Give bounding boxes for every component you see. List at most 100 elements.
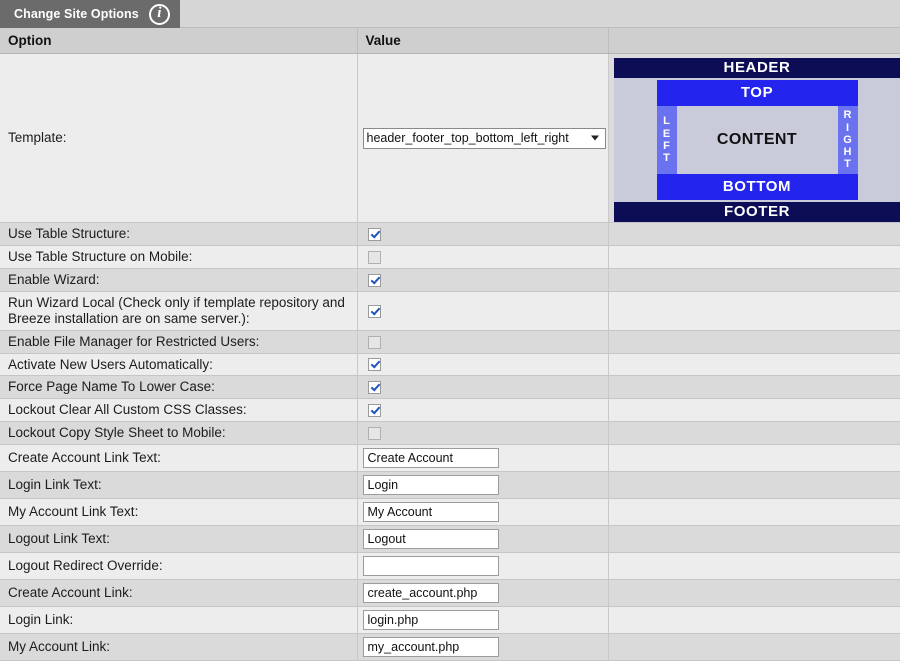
checkbox-checked[interactable] [368, 358, 381, 371]
table-row: Lockout Clear All Custom CSS Classes: [0, 399, 900, 422]
checkbox-unchecked[interactable] [368, 427, 381, 440]
row-spacer [608, 499, 900, 526]
row-spacer [608, 291, 900, 330]
checkbox-checked[interactable] [368, 305, 381, 318]
template-middle-region: LEFT CONTENT RIGHT [657, 106, 858, 174]
row-label: Enable File Manager for Restricted Users… [0, 330, 357, 353]
table-row: Login Link Text: [0, 472, 900, 499]
tab-change-site-options[interactable]: Change Site Options i [0, 0, 180, 28]
table-row: Logout Redirect Override: [0, 553, 900, 580]
row-value [357, 472, 608, 499]
row-value [357, 634, 608, 661]
template-select[interactable]: header_footer_top_bottom_left_right [363, 128, 606, 149]
text-input[interactable] [363, 583, 499, 603]
row-label: My Account Link Text: [0, 499, 357, 526]
template-layout-diagram: HEADER TOP LEFT CONTENT RIGHT BOT [614, 58, 900, 222]
table-row: Enable Wizard: [0, 268, 900, 291]
table-row: My Account Link: [0, 634, 900, 661]
row-value [357, 499, 608, 526]
table-row: Create Account Link: [0, 580, 900, 607]
row-value-template: header_footer_top_bottom_left_right [357, 54, 608, 223]
row-label: Force Page Name To Lower Case: [0, 376, 357, 399]
table-row: Logout Link Text: [0, 526, 900, 553]
text-input[interactable] [363, 448, 499, 468]
text-input[interactable] [363, 610, 499, 630]
row-value [357, 376, 608, 399]
row-value [357, 607, 608, 634]
row-value [357, 330, 608, 353]
row-spacer [608, 472, 900, 499]
row-value [357, 268, 608, 291]
row-value [357, 445, 608, 472]
info-icon[interactable]: i [149, 4, 170, 25]
table-row: My Account Link Text: [0, 499, 900, 526]
row-value [357, 422, 608, 445]
row-label: My Account Link: [0, 634, 357, 661]
template-region-top: TOP [657, 80, 858, 106]
tab-label: Change Site Options [14, 7, 139, 21]
template-inner-region: TOP LEFT CONTENT RIGHT BOTTOM [657, 80, 858, 200]
row-spacer [608, 634, 900, 661]
row-value [357, 553, 608, 580]
row-label: Run Wizard Local (Check only if template… [0, 291, 357, 330]
row-spacer [608, 422, 900, 445]
info-icon-glyph: i [157, 6, 161, 21]
row-spacer [608, 445, 900, 472]
row-spacer [608, 526, 900, 553]
tab-strip: Change Site Options i [0, 0, 900, 28]
checkbox-unchecked[interactable] [368, 336, 381, 349]
row-spacer [608, 607, 900, 634]
template-region-header: HEADER [614, 58, 900, 78]
table-row: Lockout Copy Style Sheet to Mobile: [0, 422, 900, 445]
text-input[interactable] [363, 502, 499, 522]
row-spacer [608, 245, 900, 268]
checkbox-checked[interactable] [368, 274, 381, 287]
table-row-template: Template: header_footer_top_bottom_left_… [0, 54, 900, 223]
table-row: Run Wizard Local (Check only if template… [0, 291, 900, 330]
row-spacer [608, 223, 900, 246]
template-region-content: CONTENT [677, 106, 838, 174]
row-label: Lockout Copy Style Sheet to Mobile: [0, 422, 357, 445]
row-value [357, 353, 608, 376]
row-spacer [608, 553, 900, 580]
row-spacer [608, 399, 900, 422]
column-header-preview [608, 28, 900, 54]
table-body: Template: header_footer_top_bottom_left_… [0, 54, 900, 661]
column-header-value: Value [357, 28, 608, 54]
table-row: Use Table Structure: [0, 223, 900, 246]
row-value [357, 526, 608, 553]
template-select-wrapper[interactable]: header_footer_top_bottom_left_right [363, 128, 606, 149]
row-label: Activate New Users Automatically: [0, 353, 357, 376]
template-region-left: LEFT [657, 106, 677, 174]
row-spacer [608, 353, 900, 376]
table-row: Enable File Manager for Restricted Users… [0, 330, 900, 353]
row-spacer [608, 376, 900, 399]
site-options-table: Option Value Template: header_footer_top… [0, 28, 900, 661]
table-header-row: Option Value [0, 28, 900, 54]
checkbox-unchecked[interactable] [368, 251, 381, 264]
checkbox-checked[interactable] [368, 228, 381, 241]
row-spacer [608, 330, 900, 353]
row-spacer [608, 580, 900, 607]
table-row: Login Link: [0, 607, 900, 634]
row-value [357, 580, 608, 607]
row-label: Login Link Text: [0, 472, 357, 499]
checkbox-checked[interactable] [368, 404, 381, 417]
row-value [357, 245, 608, 268]
row-label-template: Template: [0, 54, 357, 223]
template-preview-cell: HEADER TOP LEFT CONTENT RIGHT BOT [608, 54, 900, 223]
template-region-right: RIGHT [838, 106, 858, 174]
text-input[interactable] [363, 529, 499, 549]
row-label: Create Account Link: [0, 580, 357, 607]
text-input[interactable] [363, 556, 499, 576]
row-label: Use Table Structure on Mobile: [0, 245, 357, 268]
row-label: Use Table Structure: [0, 223, 357, 246]
row-label: Logout Redirect Override: [0, 553, 357, 580]
row-label: Create Account Link Text: [0, 445, 357, 472]
row-label: Logout Link Text: [0, 526, 357, 553]
column-header-option: Option [0, 28, 357, 54]
text-input[interactable] [363, 637, 499, 657]
table-row: Force Page Name To Lower Case: [0, 376, 900, 399]
text-input[interactable] [363, 475, 499, 495]
checkbox-checked[interactable] [368, 381, 381, 394]
